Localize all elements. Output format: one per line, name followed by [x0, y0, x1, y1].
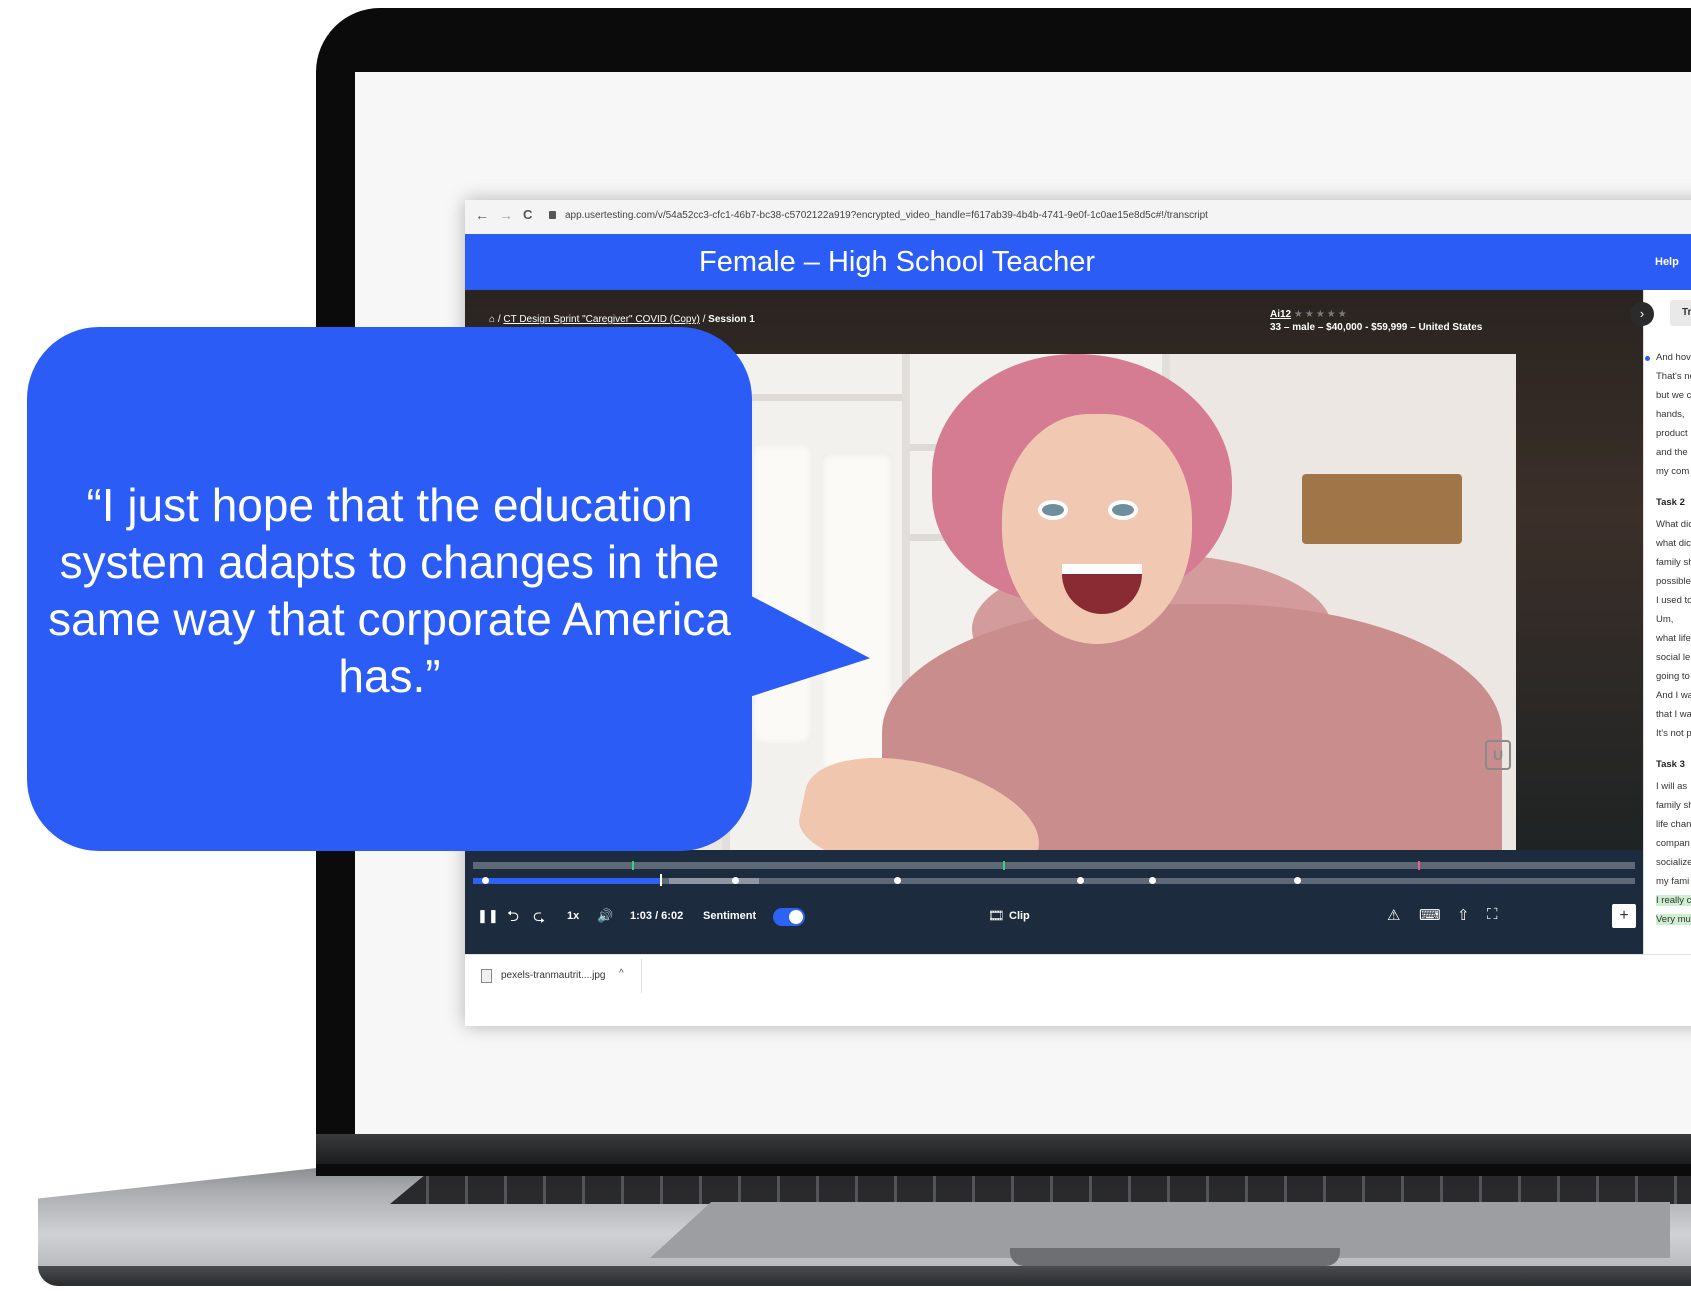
laptop-hinge	[316, 1134, 1691, 1164]
playhead[interactable]	[660, 874, 662, 886]
transcript-line[interactable]: and the	[1656, 447, 1688, 458]
current-line-dot	[1645, 356, 1650, 361]
person-eye	[1112, 504, 1134, 516]
wardrobe-shelf	[730, 394, 902, 401]
buffered-bar	[669, 878, 759, 884]
transcript-line[interactable]: product	[1656, 428, 1688, 439]
note-dot[interactable]	[894, 877, 901, 884]
transcript-line[interactable]: What dic	[1656, 519, 1691, 530]
rewind-icon[interactable]: ⮌	[507, 906, 519, 931]
pause-icon[interactable]: ❚❚	[477, 908, 499, 924]
laptop-foot	[38, 1266, 1691, 1286]
transcript-line[interactable]: that I wa	[1656, 709, 1691, 720]
download-divider	[641, 959, 642, 993]
transcript-line[interactable]: compan	[1656, 838, 1690, 849]
transcript-line[interactable]: family sh	[1656, 557, 1691, 568]
transcript-line-highlighted[interactable]: I really c	[1656, 895, 1691, 906]
progress-bar[interactable]	[473, 878, 660, 884]
transcript-line[interactable]: what dic	[1656, 538, 1691, 549]
transcript-line[interactable]: social le	[1656, 652, 1690, 663]
sentiment-marker-positive[interactable]	[632, 861, 634, 870]
sentiment-marker-negative[interactable]	[1418, 861, 1420, 870]
storage-basket	[1302, 474, 1462, 544]
toggle-knob	[789, 910, 803, 924]
note-dot[interactable]	[732, 877, 739, 884]
transcript-line[interactable]: hands,	[1656, 409, 1685, 420]
sentiment-label: Sentiment	[703, 910, 757, 922]
quote-text: “I just hope that the education system a…	[48, 479, 731, 702]
keyboard-icon[interactable]: ⌨	[1419, 906, 1441, 924]
chevron-up-icon[interactable]: ^	[619, 968, 624, 979]
tester-demographics: 33 – male – $40,000 - $59,999 – United S…	[1270, 322, 1483, 333]
page-title: Female – High School Teacher	[699, 246, 1096, 278]
tester-name[interactable]: Ai12	[1270, 309, 1291, 320]
transcript-line[interactable]: but we c	[1656, 390, 1691, 401]
note-dot[interactable]	[1294, 877, 1301, 884]
transcript-line-highlighted[interactable]: Very mu	[1656, 914, 1691, 925]
person-eye	[1042, 504, 1064, 516]
sentiment-toggle[interactable]	[773, 908, 805, 926]
tester-info: Ai12 ★★★★★ 33 – male – $40,000 - $59,999…	[1270, 308, 1482, 334]
transcript-line[interactable]: That's no	[1656, 371, 1691, 382]
file-icon	[481, 969, 492, 983]
address-bar: ← → C app.usertesting.com/v/54a52cc3-cfc…	[465, 200, 1691, 235]
sentiment-track[interactable]	[473, 862, 1635, 869]
share-icon[interactable]: ⇧	[1457, 906, 1470, 924]
lock-icon	[549, 211, 556, 219]
transcript-line[interactable]: my com	[1656, 466, 1689, 477]
note-dot[interactable]	[1149, 877, 1156, 884]
volume-icon[interactable]: 🔊	[597, 908, 613, 924]
sentiment-marker-positive[interactable]	[1003, 861, 1005, 870]
transcript-panel: › Tra And hov That's no but we c hands, prod…	[1630, 290, 1691, 954]
forward-icon[interactable]: →	[499, 207, 513, 223]
warning-icon[interactable]: ⚠	[1387, 906, 1400, 924]
help-link[interactable]: Help	[1655, 256, 1679, 268]
speech-bubble: “I just hope that the education system a…	[27, 327, 752, 851]
breadcrumb-project[interactable]: CT Design Sprint "Caregiver" COVID (Copy…	[503, 314, 699, 325]
clip-icon[interactable]: 🎞	[988, 908, 1005, 924]
transcript-line[interactable]: It's not p	[1656, 728, 1691, 739]
task-heading[interactable]: Task 2	[1656, 497, 1685, 508]
add-note-button[interactable]: +	[1612, 904, 1636, 928]
back-icon[interactable]: ←	[475, 207, 489, 223]
hanging-shirt	[752, 444, 812, 744]
rating-stars[interactable]: ★★★★★	[1294, 309, 1349, 320]
collapse-panel-button[interactable]: ›	[1630, 302, 1654, 326]
transcript-line[interactable]: life chan	[1656, 819, 1691, 830]
transcript-line[interactable]: family sh	[1656, 800, 1691, 811]
transcript-line[interactable]: my fami	[1656, 876, 1689, 887]
title-banner: Female – High School Teacher Help	[465, 234, 1691, 290]
download-bar: pexels-tranmautrit....jpg ^	[465, 954, 1691, 997]
fullscreen-icon[interactable]: ⛶	[1487, 906, 1498, 923]
time-display: 1:03 / 6:02	[630, 910, 684, 922]
transcript-line[interactable]: I will as	[1656, 781, 1687, 792]
timeline-area: ❚❚ ⮌ ⮎ 1x 🔊 1:03 / 6:02 Sentiment 🎞 Clip…	[465, 850, 1643, 954]
breadcrumb: ⌂ / CT Design Sprint "Caregiver" COVID (…	[489, 314, 755, 325]
laptop-lip	[1010, 1248, 1340, 1266]
download-filename[interactable]: pexels-tranmautrit....jpg	[501, 970, 606, 981]
transcript-line[interactable]: socialize	[1656, 857, 1691, 868]
speed-button[interactable]: 1x	[567, 910, 579, 922]
breadcrumb-separator: /	[702, 314, 706, 325]
transcript-line[interactable]: possible	[1656, 576, 1691, 587]
clip-button[interactable]: Clip	[1009, 910, 1030, 922]
usertesting-logo: U	[1485, 740, 1511, 770]
transcript-line[interactable]: And I wa	[1656, 690, 1691, 701]
transcript-line[interactable]: going to	[1656, 671, 1690, 682]
skip-forward-icon[interactable]: ⮎	[533, 906, 545, 931]
tab-transcript[interactable]: Tra	[1670, 300, 1691, 326]
breadcrumb-separator: /	[497, 314, 501, 325]
home-icon[interactable]: ⌂	[489, 314, 495, 325]
note-dot[interactable]	[1077, 877, 1084, 884]
task-heading[interactable]: Task 3	[1656, 759, 1685, 770]
transcript-line[interactable]: what life	[1656, 633, 1691, 644]
breadcrumb-session: Session 1	[708, 314, 755, 325]
reload-icon[interactable]: C	[523, 207, 532, 222]
transcript-line[interactable]: I used to	[1656, 595, 1691, 606]
transcript-line[interactable]: Um,	[1656, 614, 1673, 625]
url-text[interactable]: app.usertesting.com/v/54a52cc3-cfc1-46b7…	[565, 210, 1208, 221]
note-dot[interactable]	[482, 877, 489, 884]
transcript-line[interactable]: And hov	[1656, 352, 1691, 363]
